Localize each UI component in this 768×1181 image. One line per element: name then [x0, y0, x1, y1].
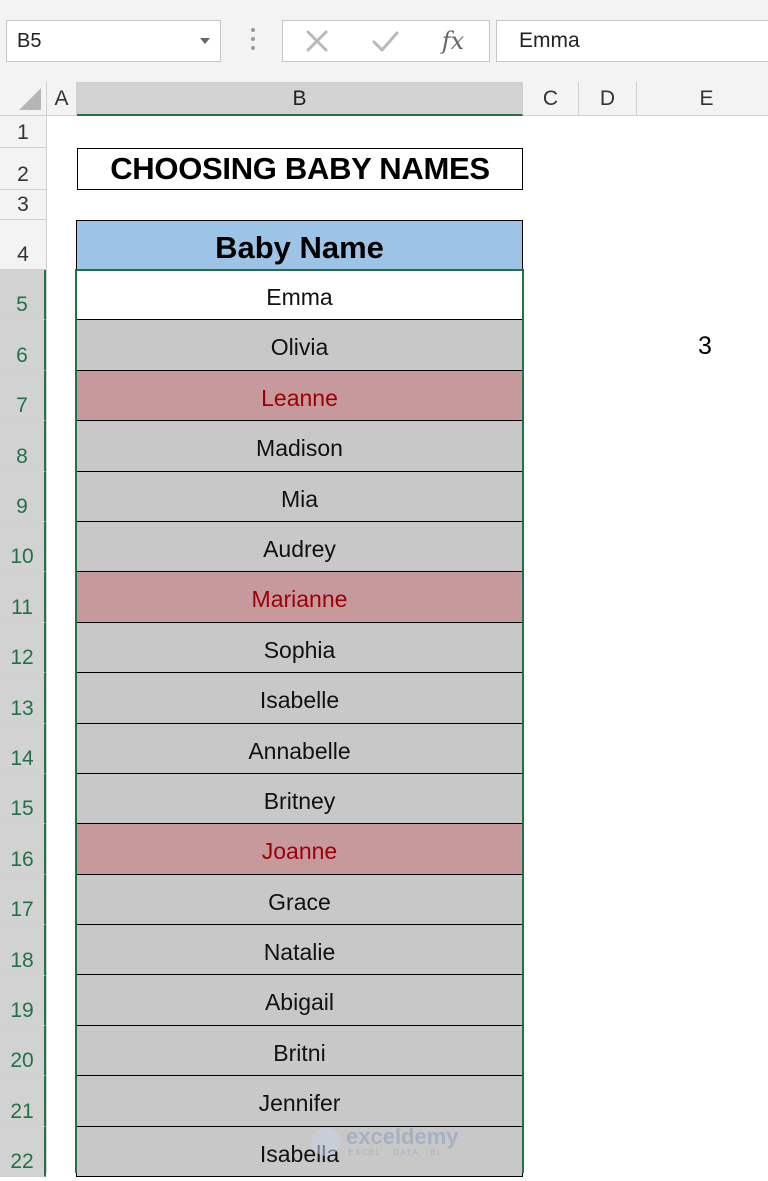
row-number: 1 — [17, 121, 29, 144]
name-box[interactable]: B5 — [6, 20, 221, 62]
row-number: 21 — [10, 1099, 34, 1123]
row-header-13[interactable]: 13 — [0, 673, 46, 724]
row-header-9[interactable]: 9 — [0, 471, 46, 522]
row-header-1[interactable]: 1 — [0, 116, 46, 148]
row-header-11[interactable]: 11 — [0, 572, 46, 623]
table-row[interactable]: Annabelle — [76, 723, 523, 774]
row-header-21[interactable]: 21 — [0, 1076, 46, 1127]
row-number: 13 — [10, 696, 34, 720]
formula-bar: B5 fx Emma — [0, 0, 768, 82]
watermark-tagline: EXCEL · DATA · BI — [348, 1148, 441, 1157]
table-row[interactable]: Jennifer — [76, 1076, 523, 1127]
row-header-2[interactable]: 2 — [0, 148, 46, 190]
table-row[interactable]: Mia — [76, 471, 523, 522]
row-number: 11 — [11, 595, 33, 619]
row-header-7[interactable]: 7 — [0, 370, 46, 422]
table-row[interactable]: Audrey — [76, 521, 523, 573]
table-row[interactable]: Isabelle — [76, 673, 523, 724]
name-box-value: B5 — [17, 30, 42, 52]
row-number: 5 — [16, 293, 28, 317]
row-number: 2 — [17, 163, 29, 186]
insert-function-button[interactable]: fx — [423, 21, 483, 61]
exceldemy-logo-icon — [312, 1128, 340, 1156]
column-header-b[interactable]: B — [77, 82, 523, 116]
table-row[interactable]: Joanne — [76, 824, 523, 875]
row-number: 22 — [10, 1150, 34, 1174]
column-header-e[interactable]: E — [637, 82, 768, 116]
row-number: 14 — [10, 746, 34, 770]
column-header-d[interactable]: D — [579, 82, 637, 116]
name-box-dropdown-icon[interactable] — [200, 38, 210, 44]
row-number: 6 — [16, 343, 28, 367]
enter-check-icon[interactable] — [355, 21, 415, 61]
watermark-name: exceldemy — [346, 1124, 459, 1149]
row-header-20[interactable]: 20 — [0, 1026, 46, 1077]
row-header-14[interactable]: 14 — [0, 723, 46, 774]
table-row[interactable]: Olivia — [76, 320, 523, 371]
formula-input[interactable]: Emma — [496, 20, 768, 62]
row-header-18[interactable]: 18 — [0, 925, 46, 976]
table-header[interactable]: Baby Name — [76, 220, 523, 270]
row-header-4[interactable]: 4 — [0, 220, 46, 270]
row-header-15[interactable]: 15 — [0, 774, 46, 825]
row-number: 20 — [10, 1049, 34, 1073]
row-number: 8 — [16, 444, 28, 468]
row-header-16[interactable]: 16 — [0, 824, 46, 875]
formula-buttons: fx — [282, 20, 490, 62]
column-header-c[interactable]: C — [523, 82, 579, 116]
row-header-6[interactable]: 6 — [0, 320, 46, 371]
row-number: 12 — [10, 646, 34, 670]
table-row[interactable]: Natalie — [76, 925, 523, 976]
table-row[interactable]: Abigail — [76, 975, 523, 1026]
row-header-8[interactable]: 8 — [0, 421, 46, 472]
table-row[interactable]: Grace — [76, 874, 523, 926]
row-header-19[interactable]: 19 — [0, 975, 46, 1026]
exceldemy-watermark: exceldemy EXCEL · DATA · BI — [312, 1124, 459, 1160]
cell-e6-value[interactable]: 3 — [680, 332, 730, 361]
row-header-22[interactable]: 22 — [0, 1126, 46, 1178]
row-header-17[interactable]: 17 — [0, 874, 46, 926]
table-body: Emma Olivia Leanne Madison Mia Audrey Marianne… — [76, 270, 523, 1178]
row-number: 9 — [16, 494, 28, 518]
table-row[interactable]: Sophia — [76, 622, 523, 674]
baby-name-table: Baby Name Emma Olivia Leanne Madison Mia Audr… — [76, 220, 523, 1178]
column-header-a[interactable]: A — [47, 82, 77, 116]
table-row[interactable]: Emma — [76, 270, 523, 321]
row-headers: 1 2 3 4 5 6 7 8 9 10 11 12 13 14 15 16 17 18 19 20 21 22 — [0, 116, 47, 1178]
table-row[interactable]: Britney — [76, 773, 523, 825]
row-number: 3 — [17, 193, 29, 216]
row-header-12[interactable]: 12 — [0, 622, 46, 674]
sheet-title[interactable]: CHOOSING BABY NAMES — [77, 148, 523, 190]
row-number: 18 — [10, 948, 34, 972]
row-number: 4 — [17, 243, 29, 266]
row-header-10[interactable]: 10 — [0, 522, 46, 573]
table-row[interactable]: Leanne — [76, 370, 523, 422]
table-row[interactable]: Marianne — [76, 572, 523, 623]
row-number: 17 — [10, 898, 34, 922]
table-row[interactable]: Madison — [76, 421, 523, 472]
row-number: 19 — [10, 998, 34, 1022]
row-number: 16 — [10, 847, 34, 871]
row-header-5[interactable]: 5 — [0, 270, 46, 321]
table-row[interactable]: Britni — [76, 1025, 523, 1077]
cancel-icon[interactable] — [287, 21, 347, 61]
formula-bar-grip-icon[interactable] — [246, 28, 260, 54]
row-number: 10 — [10, 545, 34, 569]
row-header-3[interactable]: 3 — [0, 190, 46, 220]
row-number: 15 — [10, 797, 34, 821]
select-all-corner[interactable] — [0, 82, 47, 116]
row-number: 7 — [16, 394, 28, 418]
